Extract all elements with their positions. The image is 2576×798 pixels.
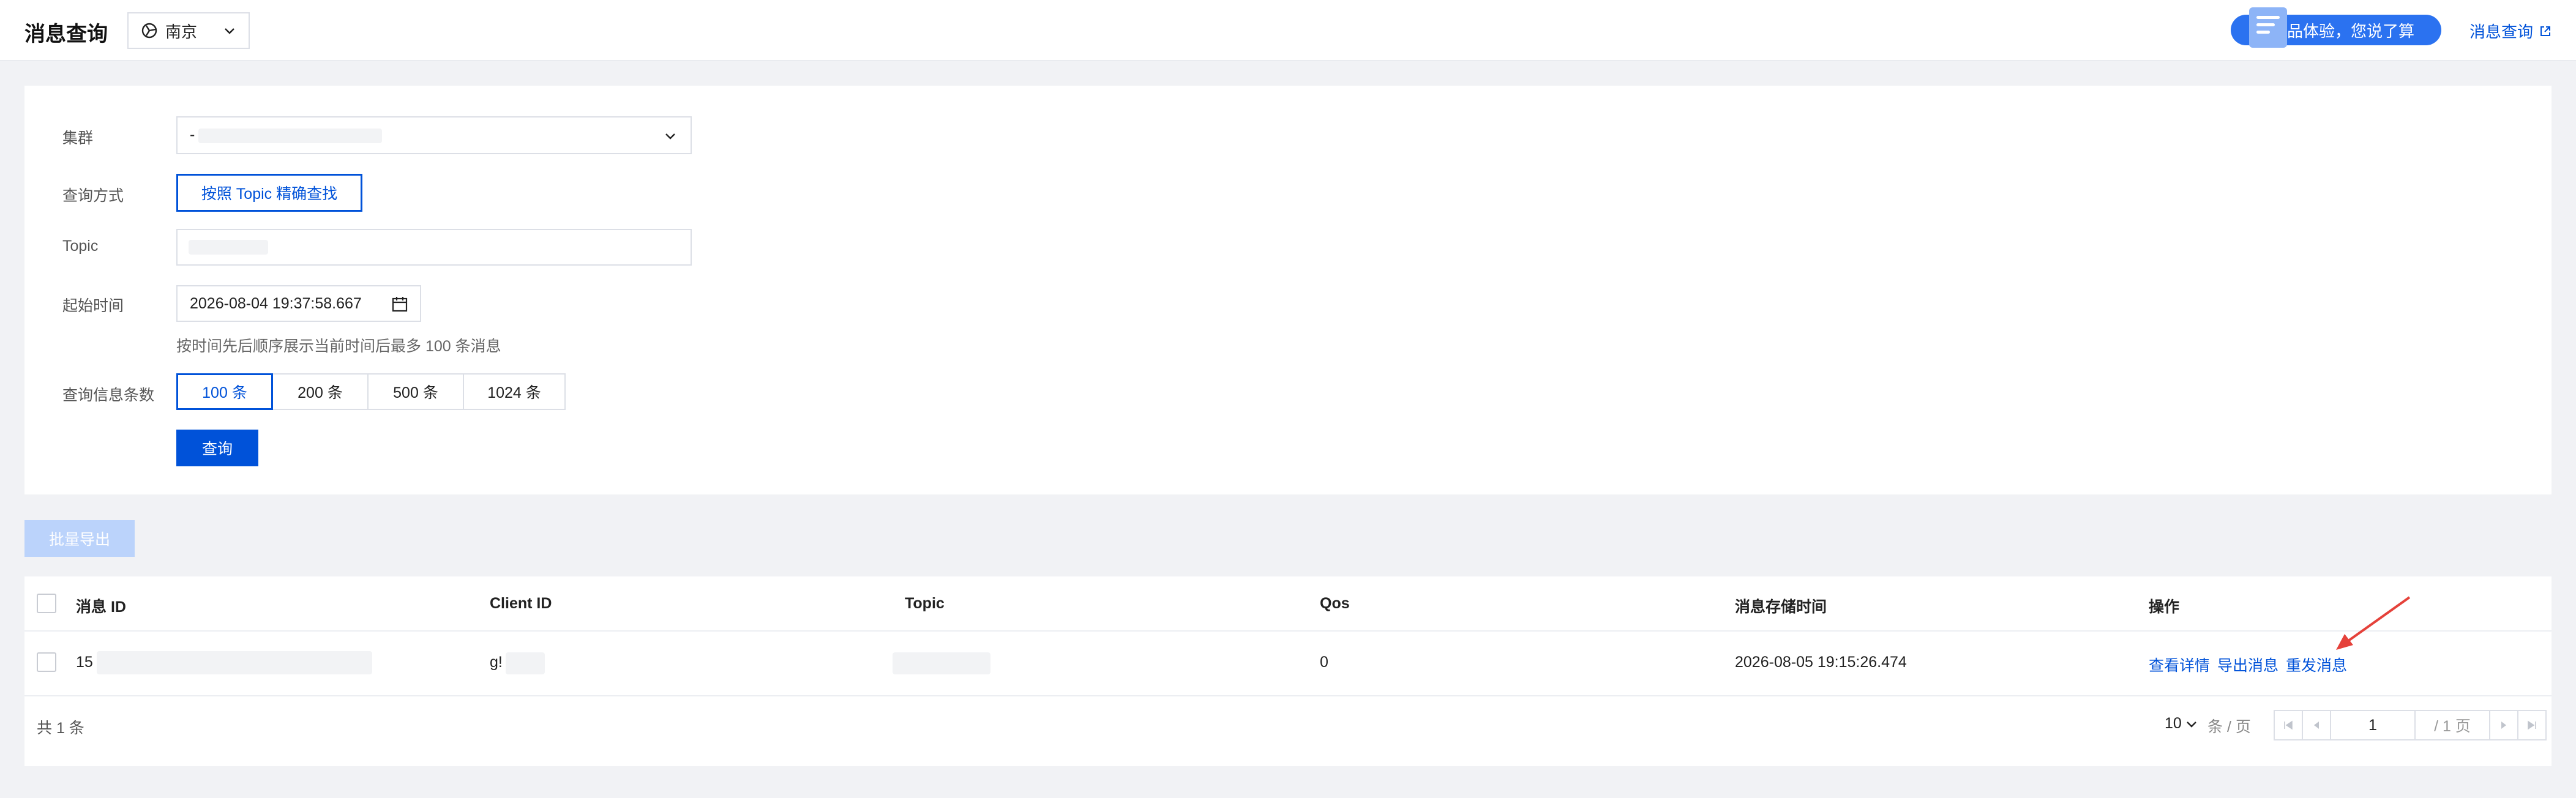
row-divider (24, 695, 2552, 696)
redacted-client-id (506, 652, 545, 674)
count-options: 100 条 200 条 500 条 1024 条 (176, 373, 566, 410)
count-option-200[interactable]: 200 条 (272, 373, 369, 410)
page-size-select[interactable]: 10 (2165, 715, 2198, 733)
chevron-down-icon (2186, 721, 2196, 728)
cell-message-id: 15 (76, 654, 93, 671)
prev-page-icon (2314, 722, 2319, 729)
export-message-link[interactable]: 导出消息 (2217, 654, 2278, 676)
col-stored-time: 消息存储时间 (1735, 598, 1827, 616)
page-title: 消息查询 (24, 23, 108, 46)
cluster-label: 集群 (62, 130, 94, 147)
start-time-picker[interactable]: 2026-08-04 19:37:58.667 (176, 285, 421, 322)
chevron-down-icon (225, 28, 234, 34)
region-selector[interactable]: 南京 (127, 12, 250, 49)
resend-message-link[interactable]: 重发消息 (2286, 654, 2347, 676)
topic-label: Topic (62, 237, 99, 255)
next-page-button[interactable] (2489, 710, 2518, 740)
query-form-card: 集群 - 查询方式 按照 Topic 精确查找 Topic 起始时间 2026-… (24, 86, 2552, 494)
annotation-arrow-icon (2336, 596, 2411, 650)
cell-client-id: g! (490, 654, 503, 671)
col-topic: Topic (905, 595, 945, 612)
cell-qos: 0 (1320, 654, 1328, 671)
doc-link-label: 消息查询 (2469, 23, 2534, 41)
first-page-icon (2284, 720, 2293, 730)
count-option-1024[interactable]: 1024 条 (463, 373, 566, 410)
calendar-icon (392, 297, 408, 312)
start-time-value: 2026-08-04 19:37:58.667 (190, 294, 362, 312)
count-option-100[interactable]: 100 条 (176, 373, 273, 410)
query-button[interactable]: 查询 (176, 430, 258, 466)
row-checkbox[interactable] (37, 652, 56, 672)
start-time-label: 起始时间 (62, 297, 124, 315)
pagination: 1 / 1 页 (2274, 710, 2547, 740)
feedback-label: 产品体验，您说了算 (2271, 21, 2414, 40)
results-table: 消息 ID Client ID Topic Qos 消息存储时间 操作 15 g… (24, 576, 2552, 766)
last-page-button[interactable] (2517, 710, 2547, 740)
total-count: 共 1 条 (37, 720, 84, 737)
redacted-message-id (97, 651, 372, 674)
region-label: 南京 (165, 22, 198, 41)
feedback-button[interactable]: 产品体验，您说了算 (2231, 7, 2441, 48)
header-divider (24, 630, 2552, 632)
external-link-icon (2540, 26, 2551, 36)
prev-page-button[interactable] (2302, 710, 2331, 740)
doc-link[interactable]: 消息查询 (2469, 20, 2552, 42)
col-message-id: 消息 ID (76, 598, 126, 616)
page-size-unit: 条 / 页 (2207, 718, 2251, 736)
globe-icon (141, 23, 157, 39)
page-header: 消息查询 南京 产品体验，您说了算 消息查询 (0, 0, 2576, 61)
query-hint: 按时间先后顺序展示当前时间后最多 100 条消息 (176, 338, 501, 355)
first-page-button[interactable] (2274, 710, 2303, 740)
page-total: / 1 页 (2414, 710, 2490, 740)
view-detail-link[interactable]: 查看详情 (2149, 654, 2210, 676)
cluster-select[interactable]: - (176, 116, 692, 154)
topic-input[interactable] (176, 229, 692, 266)
cluster-value: - (190, 126, 195, 143)
last-page-icon (2528, 720, 2536, 730)
count-label: 查询信息条数 (62, 387, 155, 404)
chevron-down-icon (665, 133, 675, 140)
select-all-checkbox[interactable] (37, 594, 56, 613)
col-client-id: Client ID (490, 595, 552, 612)
col-actions: 操作 (2149, 598, 2180, 616)
col-qos: Qos (1320, 595, 1350, 612)
query-mode-label: 查询方式 (62, 187, 124, 204)
page-size-value: 10 (2165, 715, 2182, 732)
next-page-icon (2501, 722, 2506, 729)
batch-export-button[interactable]: 批量导出 (24, 520, 135, 557)
redacted-cluster-name (198, 129, 382, 143)
redacted-topic (189, 240, 268, 255)
redacted-topic-cell (893, 652, 990, 674)
feedback-doc-icon (2249, 7, 2287, 48)
cell-stored-time: 2026-08-05 19:15:26.474 (1735, 654, 1907, 671)
topic-exact-search-button[interactable]: 按照 Topic 精确查找 (176, 174, 362, 212)
count-option-500[interactable]: 500 条 (367, 373, 464, 410)
page-number-input[interactable]: 1 (2330, 710, 2416, 740)
